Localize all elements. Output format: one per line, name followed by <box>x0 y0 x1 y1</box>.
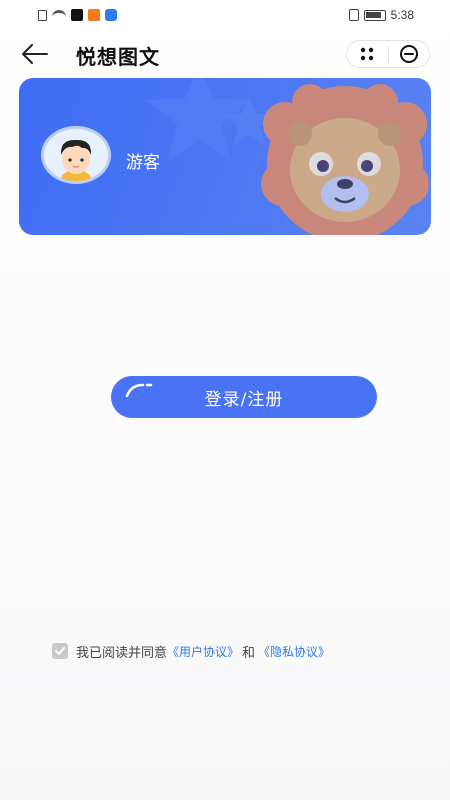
lion-mascot-illustration <box>261 84 429 235</box>
sim-icon <box>38 9 47 21</box>
login-register-button[interactable]: 登录/注册 <box>111 376 377 418</box>
agreement-checkbox[interactable] <box>52 643 68 659</box>
avatar[interactable] <box>41 126 111 184</box>
agreement-prefix: 我已阅读并同意 <box>76 645 168 661</box>
close-button[interactable] <box>389 41 430 67</box>
page-title: 悦想图文 <box>76 45 160 69</box>
agreement-row: 我已阅读并同意 《用户协议》 和 《隐私协议》 <box>52 641 330 661</box>
loading-spinner-icon <box>125 383 153 398</box>
status-right-icons: 5:38 <box>348 8 414 22</box>
user-agreement-link[interactable]: 《用户协议》 <box>167 643 239 660</box>
arrow-left-icon <box>22 44 48 64</box>
nav-bar: 悦想图文 <box>0 34 450 74</box>
status-time: 5:38 <box>390 8 414 22</box>
minus-circle-icon <box>399 45 418 63</box>
more-button[interactable] <box>347 41 388 67</box>
tiktok-icon <box>71 9 83 21</box>
checkmark-icon <box>55 647 65 655</box>
status-left-icons <box>38 9 117 21</box>
vibrate-icon <box>348 9 359 21</box>
boy-avatar-icon <box>44 129 108 181</box>
profile-banner: 游客 <box>19 78 431 235</box>
status-bar: 5:38 <box>0 0 450 30</box>
privacy-policy-link[interactable]: 《隐私协议》 <box>258 643 330 660</box>
mini-program-capsule <box>346 40 430 68</box>
wifi-icon <box>52 10 66 20</box>
login-button-label: 登录/注册 <box>204 389 284 410</box>
battery-icon <box>363 9 386 21</box>
browser-app-icon <box>105 9 117 21</box>
agreement-conjunction: 和 <box>242 645 256 661</box>
video-app-icon <box>88 9 100 21</box>
dots-icon <box>361 47 374 61</box>
username: 游客 <box>126 153 160 173</box>
back-button[interactable] <box>20 40 50 68</box>
